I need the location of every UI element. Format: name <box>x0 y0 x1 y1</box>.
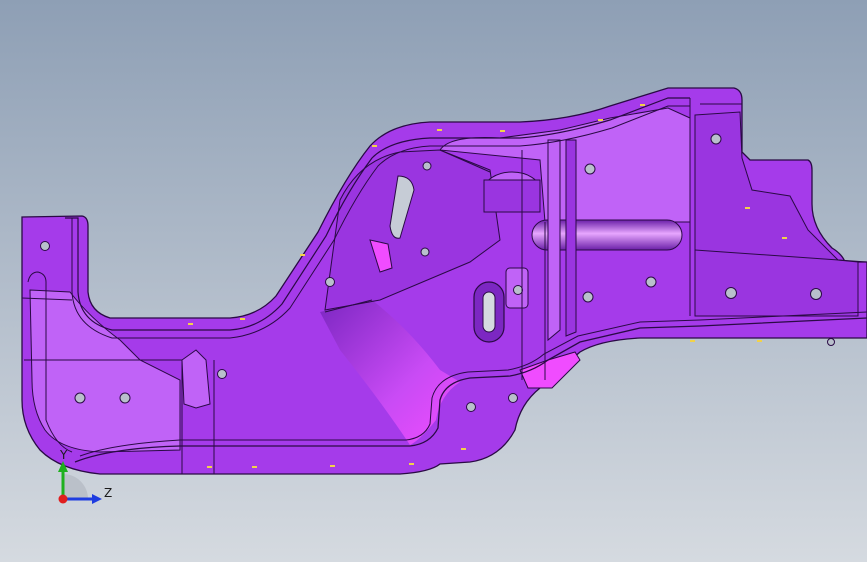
hole <box>217 369 227 379</box>
cylinder-boss-body <box>483 179 541 213</box>
oval-slot-hole <box>482 291 496 333</box>
hole <box>420 247 430 257</box>
hole <box>513 285 523 295</box>
hole <box>582 291 594 303</box>
graphics-viewport[interactable]: Y Z <box>0 0 867 562</box>
y-axis-label: Y <box>59 448 68 462</box>
hole <box>40 241 50 251</box>
hole <box>725 287 737 299</box>
x-axis-dot <box>58 494 68 504</box>
hole <box>584 163 596 175</box>
hole <box>325 277 335 287</box>
hole <box>710 133 722 145</box>
hole <box>74 392 86 404</box>
hole <box>422 161 432 171</box>
hole <box>466 402 476 412</box>
hole <box>810 288 822 300</box>
vertical-rib-1 <box>547 139 561 342</box>
hole <box>645 276 657 288</box>
z-axis-label: Z <box>104 486 112 500</box>
hole <box>508 393 518 403</box>
hole <box>827 338 835 346</box>
vertical-rib-2 <box>565 139 577 337</box>
model-canvas[interactable]: Y Z <box>0 0 867 562</box>
hole <box>119 392 131 404</box>
